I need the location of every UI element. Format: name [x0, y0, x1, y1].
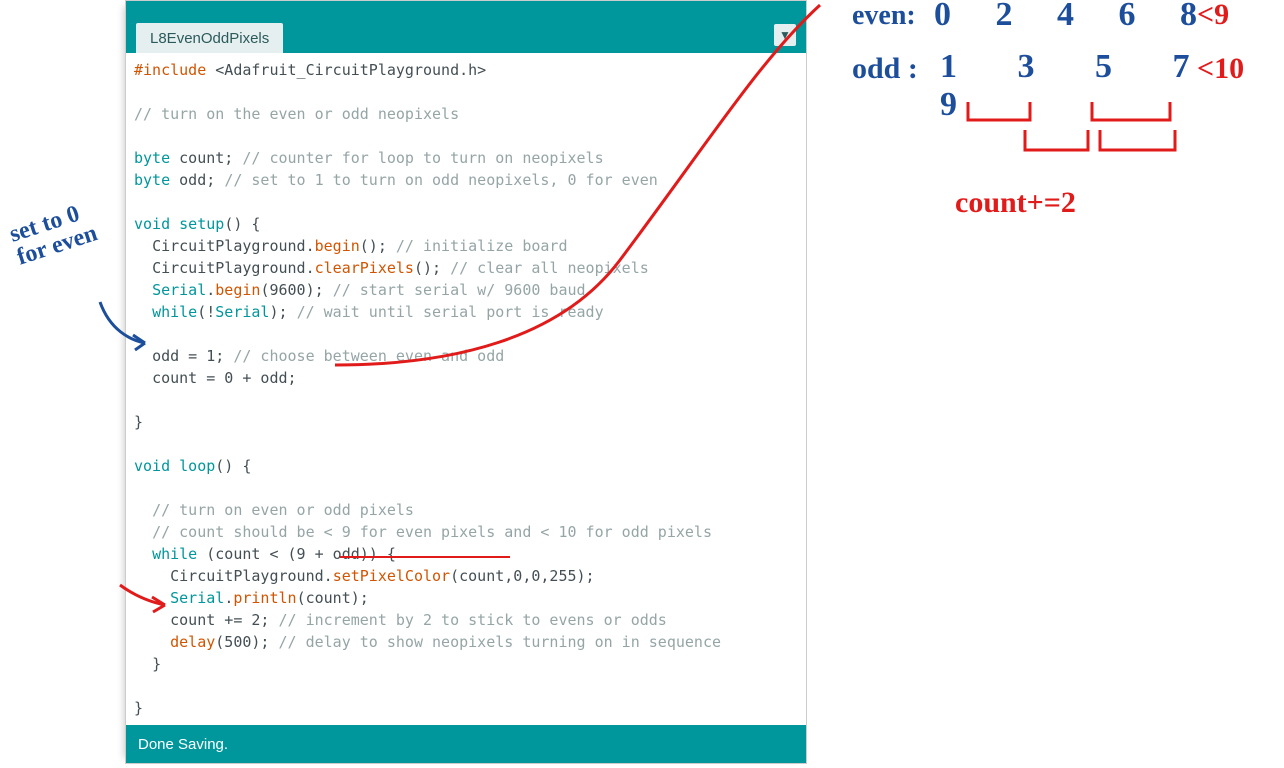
underline-while-cond [340, 556, 510, 558]
ide-header-strip [126, 1, 806, 19]
tab-sketch[interactable]: L8EvenOddPixels [136, 23, 283, 53]
note-odd-limit: <10 [1197, 52, 1244, 86]
note-even-limit: <9 [1197, 0, 1229, 32]
tab-label: L8EvenOddPixels [150, 30, 269, 47]
tab-strip: L8EvenOddPixels ▼ [126, 19, 806, 53]
stage: L8EvenOddPixels ▼ #include <Adafruit_Cir… [0, 0, 1284, 768]
code-editor[interactable]: #include <Adafruit_CircuitPlayground.h> … [126, 53, 806, 725]
note-odd-label: odd : [852, 52, 918, 86]
note-set-to-0: set to 0for even [7, 198, 101, 269]
tab-dropdown-icon[interactable]: ▼ [774, 24, 796, 46]
note-even-seq: 0 2 4 6 8 [934, 0, 1215, 34]
note-even-label: even: [852, 0, 916, 32]
note-countplus2: count+=2 [955, 186, 1076, 220]
status-text: Done Saving. [138, 736, 228, 753]
arduino-ide-window: L8EvenOddPixels ▼ #include <Adafruit_Cir… [125, 0, 807, 764]
status-bar: Done Saving. [126, 725, 806, 763]
